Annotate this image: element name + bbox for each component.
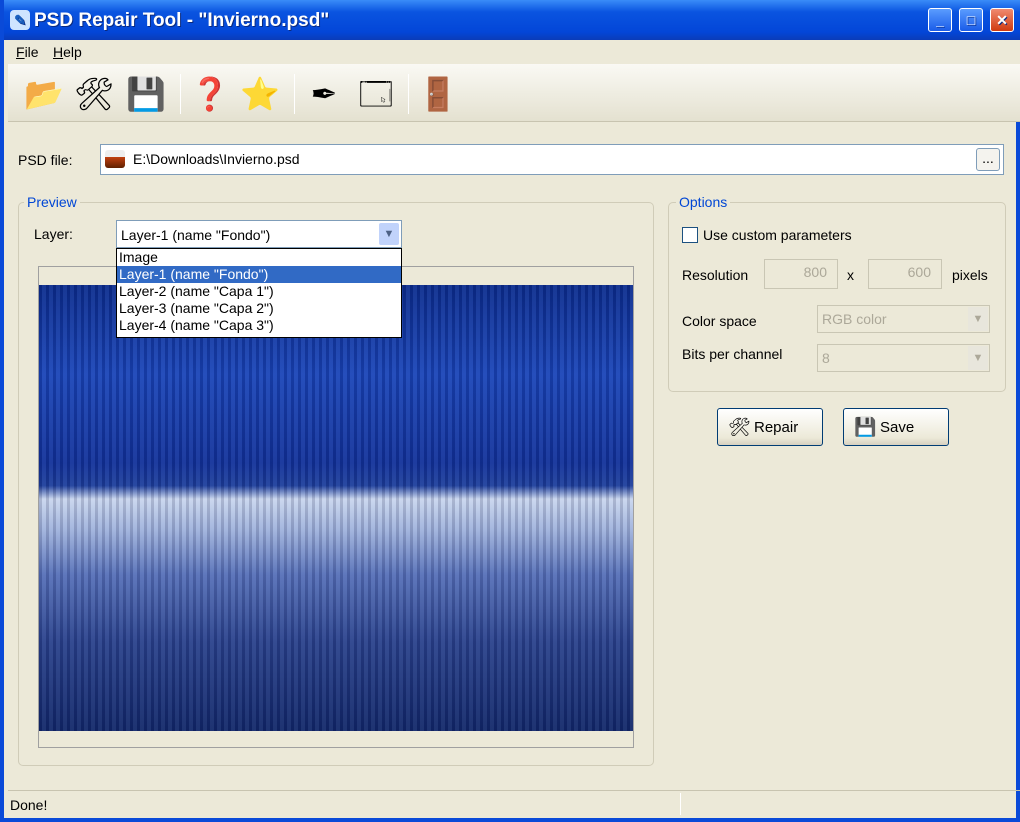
preview-pane [38, 266, 634, 748]
toolbar: 📂 🛠 💾 ❓ ⭐ ✒ 🗔 🚪 [8, 64, 1020, 122]
browse-button[interactable]: ... [976, 148, 1000, 171]
status-divider [680, 793, 681, 815]
psd-file-label: PSD file: [18, 152, 73, 168]
minimize-button[interactable]: _ [928, 8, 952, 32]
save-button-label: Save [880, 419, 915, 436]
chevron-down-icon: ▼ [968, 307, 988, 331]
layer-label: Layer: [34, 226, 73, 242]
help-icon[interactable]: ❓ [188, 73, 232, 115]
resolution-x-label: x [847, 267, 854, 283]
window-icon[interactable]: 🗔 [354, 73, 398, 115]
repair-button-label: Repair [754, 419, 799, 436]
app-window: ✎ PSD Repair Tool - "Invierno.psd" _ □ ✕… [0, 0, 1020, 822]
layer-dropdown[interactable]: Layer-1 (name "Fondo") ▼ [116, 220, 402, 248]
resolution-label: Resolution [682, 267, 749, 283]
repair-icon: 🛠 [728, 417, 751, 437]
close-button[interactable]: ✕ [990, 8, 1014, 32]
color-space-label: Color space [682, 313, 757, 329]
custom-parameters-label: Use custom parameters [703, 227, 852, 243]
menu-file[interactable]: File [16, 44, 39, 60]
app-icon: ✎ [10, 10, 30, 30]
menu-bar: File Help [8, 40, 1020, 64]
exit-door-icon[interactable]: 🚪 [416, 73, 460, 115]
title-bar: ✎ PSD Repair Tool - "Invierno.psd" _ □ ✕ [4, 0, 1020, 40]
chevron-down-icon[interactable]: ▼ [379, 223, 399, 245]
star-icon[interactable]: ⭐ [238, 73, 282, 115]
bits-per-channel-dropdown[interactable]: 8 ▼ [817, 344, 990, 372]
options-group-title: Options [676, 194, 731, 210]
resolution-height-input[interactable]: 600 [868, 259, 942, 289]
color-space-dropdown[interactable]: RGB color ▼ [817, 305, 990, 333]
maximize-button[interactable]: □ [959, 8, 983, 32]
bits-per-channel-label: Bits per channel [682, 346, 783, 362]
psd-file-input[interactable]: E:\Downloads\Invierno.psd ... [100, 144, 1004, 175]
toolbar-separator [408, 74, 409, 114]
status-text: Done! [10, 797, 48, 813]
layer-option[interactable]: Layer-3 (name "Capa 2") [117, 300, 401, 317]
open-folder-icon[interactable]: 📂 [22, 73, 66, 115]
psd-file-path: E:\Downloads\Invierno.psd [133, 151, 300, 167]
save-disk-icon: 💾 [854, 417, 877, 437]
window-title: PSD Repair Tool - "Invierno.psd" [34, 10, 330, 31]
status-bar: Done! [8, 790, 1020, 818]
preview-image [39, 285, 633, 731]
save-button[interactable]: 💾 Save [843, 408, 949, 446]
layer-option-selected[interactable]: Layer-1 (name "Fondo") [117, 266, 401, 283]
custom-parameters-checkbox[interactable] [682, 227, 698, 243]
toolbar-separator [180, 74, 181, 114]
edit-pen-icon[interactable]: ✒ [302, 73, 346, 115]
layer-option[interactable]: Layer-2 (name "Capa 1") [117, 283, 401, 300]
save-disk-icon[interactable]: 💾 [124, 73, 168, 115]
color-space-value: RGB color [822, 311, 887, 327]
toolbar-separator [294, 74, 295, 114]
resolution-width-input[interactable]: 800 [764, 259, 838, 289]
repair-button[interactable]: 🛠 Repair [717, 408, 823, 446]
pixels-label: pixels [952, 267, 988, 283]
menu-help[interactable]: Help [53, 44, 82, 60]
chevron-down-icon: ▼ [968, 346, 988, 370]
layer-option[interactable]: Image [117, 249, 401, 266]
layer-selected: Layer-1 (name "Fondo") [121, 227, 271, 243]
preview-group-title: Preview [24, 194, 80, 210]
psd-file-icon [105, 150, 125, 168]
layer-option[interactable]: Layer-4 (name "Capa 3") [117, 317, 401, 334]
tools-icon[interactable]: 🛠 [72, 73, 116, 115]
bits-per-channel-value: 8 [822, 350, 830, 366]
layer-dropdown-list: Image Layer-1 (name "Fondo") Layer-2 (na… [116, 248, 402, 338]
